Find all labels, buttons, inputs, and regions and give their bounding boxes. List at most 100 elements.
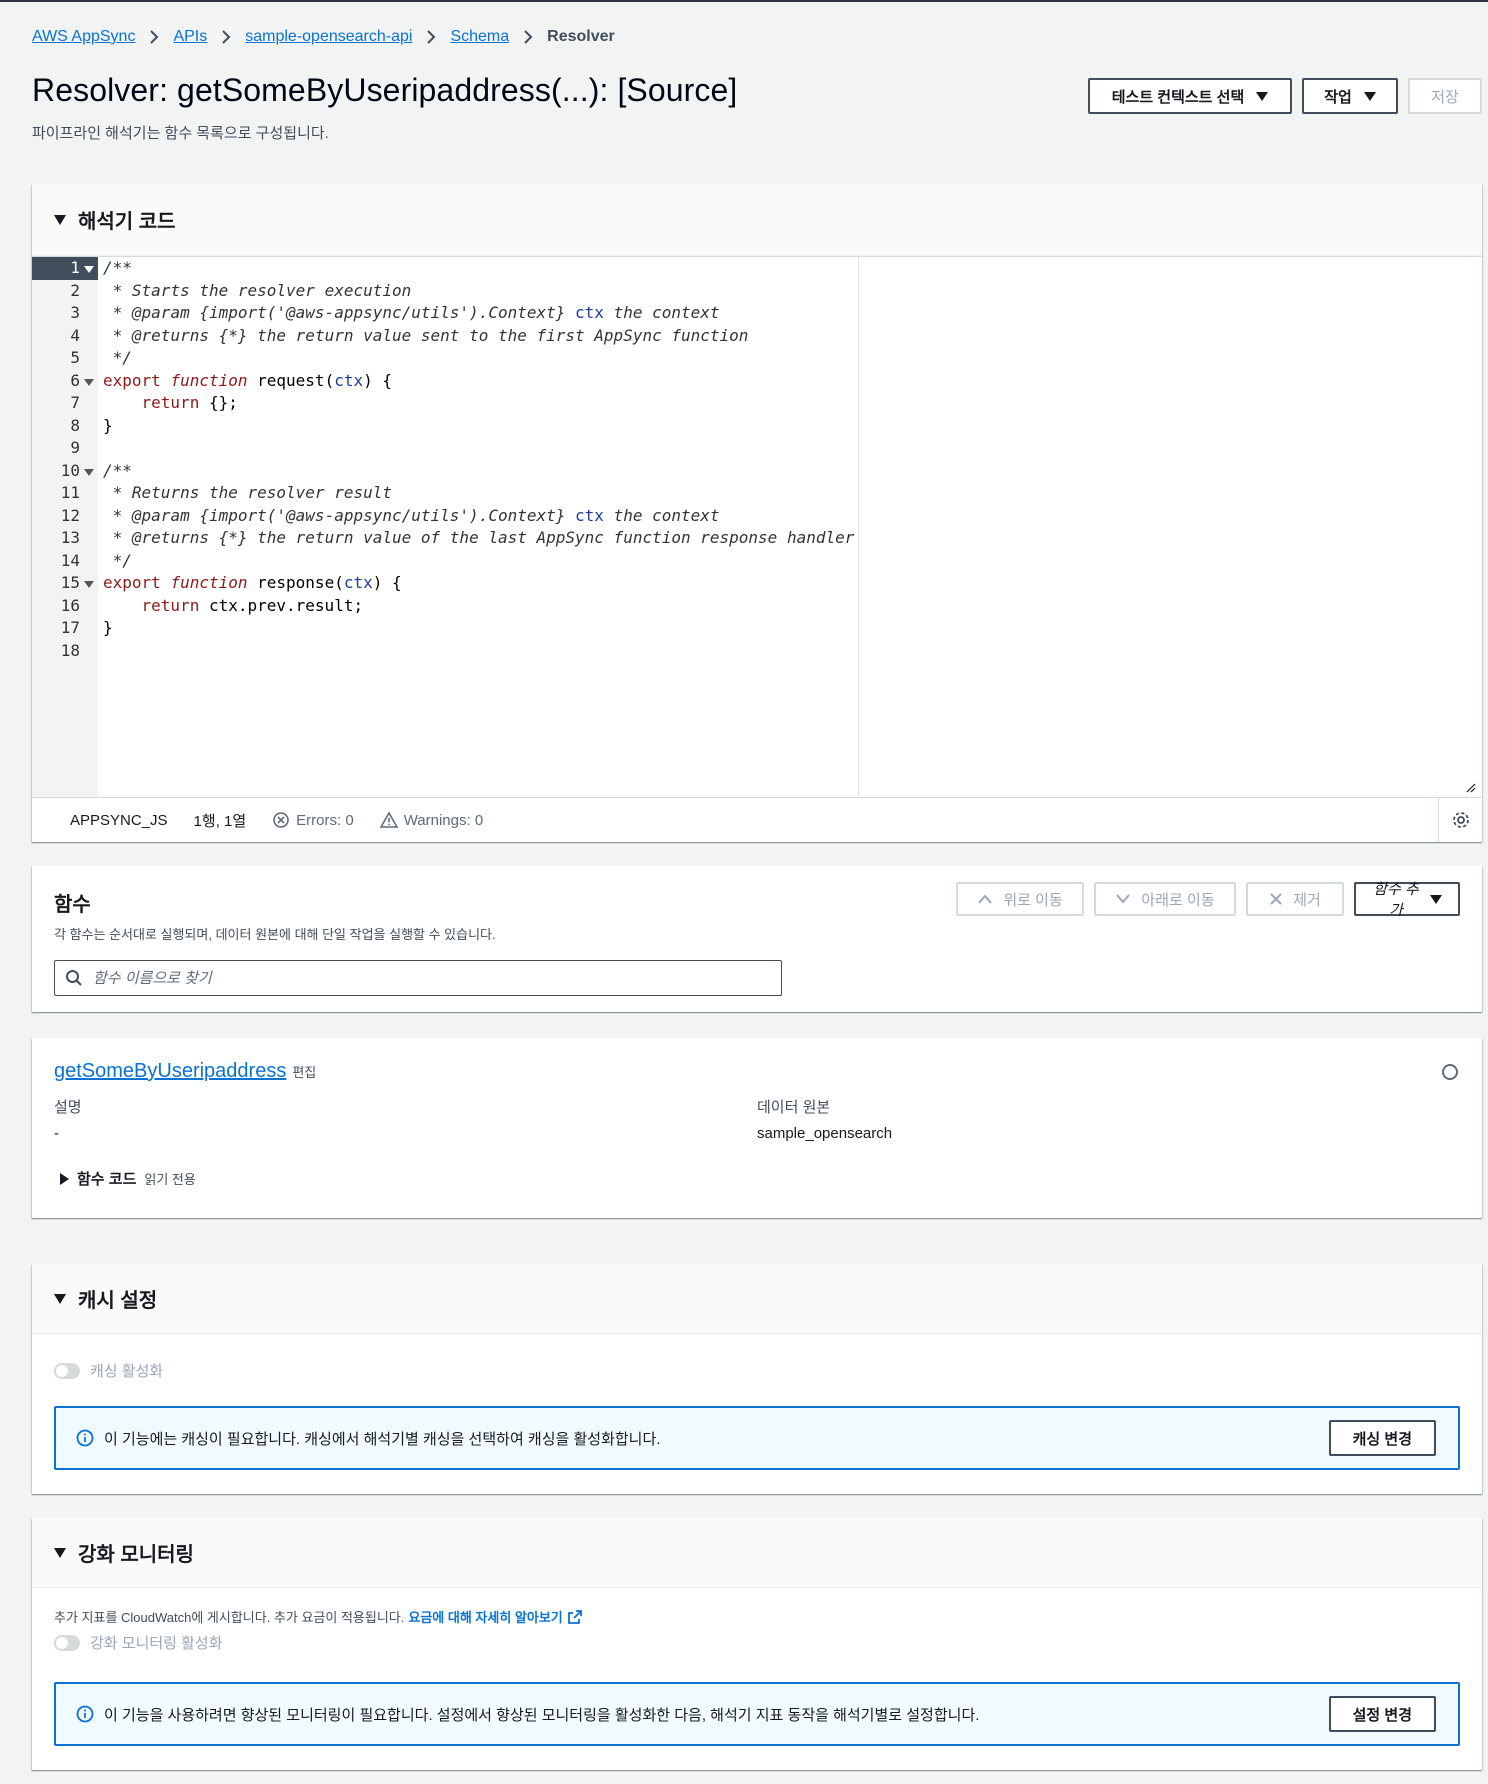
move-up-button[interactable]: 위로 이동 — [956, 882, 1084, 916]
enhanced-monitoring-panel: 강화 모니터링 추가 지표를 CloudWatch에 게시합니다. 추가 요금이… — [32, 1518, 1482, 1770]
editor-settings-button[interactable] — [1438, 798, 1482, 842]
pricing-link[interactable]: 요금에 대해 자세히 알아보기 — [408, 1607, 582, 1626]
save-button[interactable]: 저장 — [1408, 78, 1482, 114]
external-link-icon — [567, 1609, 582, 1624]
line-number: 4 — [70, 325, 80, 345]
code-editor[interactable]: 1/** 2 * Starts the resolver execution 3 *… — [32, 256, 1482, 798]
code-line[interactable]: 13 * @returns {*} the return value of th… — [32, 527, 1482, 550]
add-function-button[interactable]: 함수 추가 — [1354, 881, 1460, 919]
code-line[interactable]: 11 * Returns the resolver result — [32, 482, 1482, 505]
monitoring-toggle-row: 강화 모니터링 활성화 — [54, 1632, 223, 1653]
breadcrumb-appsync[interactable]: AWS AppSync — [32, 28, 135, 46]
breadcrumb-schema[interactable]: Schema — [450, 28, 509, 46]
function-search-input[interactable] — [93, 969, 733, 987]
change-settings-button[interactable]: 설정 변경 — [1328, 1696, 1436, 1732]
resize-grip-icon[interactable] — [1464, 781, 1476, 793]
code-text: * Returns the resolver result — [103, 483, 392, 502]
description-value: - — [54, 1125, 59, 1142]
caching-toggle[interactable] — [54, 1362, 80, 1379]
code-line[interactable]: 2 * Starts the resolver execution — [32, 280, 1482, 303]
caret-down-icon — [54, 214, 66, 225]
code-line[interactable]: 14 */ — [32, 550, 1482, 573]
function-edit-link[interactable]: 편집 — [292, 1062, 316, 1081]
fold-caret-icon[interactable] — [84, 378, 94, 386]
code-line[interactable]: 7 return {}; — [32, 392, 1482, 415]
errors-count[interactable]: Errors: 0 — [272, 811, 354, 829]
function-title-row: getSomeByUseripaddress 편집 — [54, 1060, 316, 1083]
warnings-count[interactable]: Warnings: 0 — [379, 811, 484, 829]
function-code-expander[interactable]: 함수 코드 읽기 전용 — [60, 1168, 196, 1189]
close-icon — [1270, 893, 1282, 905]
line-number: 13 — [60, 528, 80, 547]
code-line[interactable]: 12 * @param {import('@aws-appsync/utils'… — [32, 505, 1482, 528]
cache-info-alert: 이 기능에는 캐싱이 필요합니다. 캐싱에서 해석기별 캐싱을 선택하여 캐싱을… — [54, 1406, 1460, 1470]
actions-label: 작업 — [1324, 88, 1352, 106]
breadcrumb: AWS AppSync APIs sample-opensearch-api S… — [32, 28, 615, 46]
code-line[interactable]: 1 /** — [32, 257, 1482, 280]
fold-caret-icon[interactable] — [84, 468, 94, 476]
move-down-button[interactable]: 아래로 이동 — [1094, 882, 1236, 916]
code-line[interactable]: 4 * @returns {*} the return value sent t… — [32, 325, 1482, 348]
warnings-label: Warnings: 0 — [403, 811, 484, 829]
line-number: 14 — [60, 550, 80, 570]
breadcrumb-apis[interactable]: APIs — [173, 28, 207, 46]
caret-down-icon — [1256, 91, 1269, 101]
line-number: 9 — [70, 438, 80, 457]
chevron-down-icon — [1116, 894, 1131, 904]
caret-down-icon — [54, 1547, 66, 1558]
code-line[interactable]: 16 return ctx.prev.result; — [32, 595, 1482, 618]
functions-heading: 함수 — [54, 894, 91, 916]
caching-toggle-label: 캐싱 활성화 — [90, 1363, 164, 1380]
line-number: 17 — [60, 618, 80, 637]
line-number: 3 — [70, 303, 80, 322]
caret-down-icon — [1363, 91, 1376, 101]
function-search — [54, 960, 782, 996]
cache-settings-panel: 캐시 설정 캐싱 활성화 이 기능에는 캐싱이 필요합니다. 캐싱에서 해석기별… — [32, 1264, 1482, 1494]
code-line[interactable]: 10 /** — [32, 460, 1482, 483]
code-line[interactable]: 6 export function request(ctx) { — [32, 370, 1482, 393]
code-text: * @param {import('@aws-appsync/utils').C… — [103, 303, 720, 322]
code-line[interactable]: 8} — [32, 415, 1482, 438]
fold-caret-icon[interactable] — [84, 266, 94, 273]
datasource-label: 데이터 원본 — [757, 1099, 831, 1116]
code-text: } — [103, 415, 113, 435]
code-line[interactable]: 17} — [32, 617, 1482, 640]
chevron-right-icon — [523, 29, 533, 45]
code-text: * @returns {*} the return value of the l… — [103, 528, 855, 547]
function-card: getSomeByUseripaddress 편집 설명 - 데이터 원본 sa… — [32, 1038, 1482, 1218]
function-select-radio[interactable] — [1442, 1064, 1458, 1080]
code-line[interactable]: 5 */ — [32, 347, 1482, 370]
function-name-link[interactable]: getSomeByUseripaddress — [54, 1060, 286, 1083]
code-line[interactable]: 18 — [32, 640, 1482, 663]
code-text: */ — [103, 348, 132, 367]
info-icon — [76, 1429, 94, 1447]
function-description: 설명 - — [54, 1096, 82, 1142]
code-text: export function response(ctx) { — [103, 573, 402, 592]
add-function-label: 함수 추가 — [1373, 881, 1419, 919]
remove-button[interactable]: 제거 — [1246, 882, 1344, 916]
line-number: 16 — [60, 595, 80, 615]
cache-settings-header[interactable]: 캐시 설정 — [32, 1264, 1482, 1334]
search-icon — [66, 970, 82, 986]
change-caching-button[interactable]: 캐싱 변경 — [1328, 1420, 1436, 1456]
select-test-context-label: 테스트 컨텍스트 선택 — [1111, 88, 1245, 106]
resolver-code-header[interactable]: 해석기 코드 — [32, 184, 1482, 256]
actions-button[interactable]: 작업 — [1302, 78, 1398, 114]
enhanced-monitoring-header[interactable]: 강화 모니터링 — [32, 1518, 1482, 1588]
code-text: /** — [103, 258, 132, 277]
code-text: */ — [103, 550, 132, 570]
errors-label: Errors: 0 — [296, 811, 354, 829]
monitoring-toggle[interactable] — [54, 1634, 80, 1651]
function-code-label: 함수 코드 — [77, 1171, 137, 1188]
code-line[interactable]: 15 export function response(ctx) { — [32, 572, 1482, 595]
code-line[interactable]: 3 * @param {import('@aws-appsync/utils')… — [32, 302, 1482, 325]
code-line[interactable]: 9 — [32, 437, 1482, 460]
chevron-right-icon — [221, 29, 231, 45]
cursor-position: 1행, 1열 — [193, 812, 247, 830]
fold-caret-icon[interactable] — [84, 581, 94, 588]
breadcrumb-current: Resolver — [547, 28, 615, 45]
select-test-context-button[interactable]: 테스트 컨텍스트 선택 — [1088, 78, 1292, 114]
function-datasource: 데이터 원본 sample_opensearch — [757, 1096, 892, 1142]
readonly-label: 읽기 전용 — [144, 1172, 196, 1187]
breadcrumb-api-name[interactable]: sample-opensearch-api — [245, 28, 412, 46]
